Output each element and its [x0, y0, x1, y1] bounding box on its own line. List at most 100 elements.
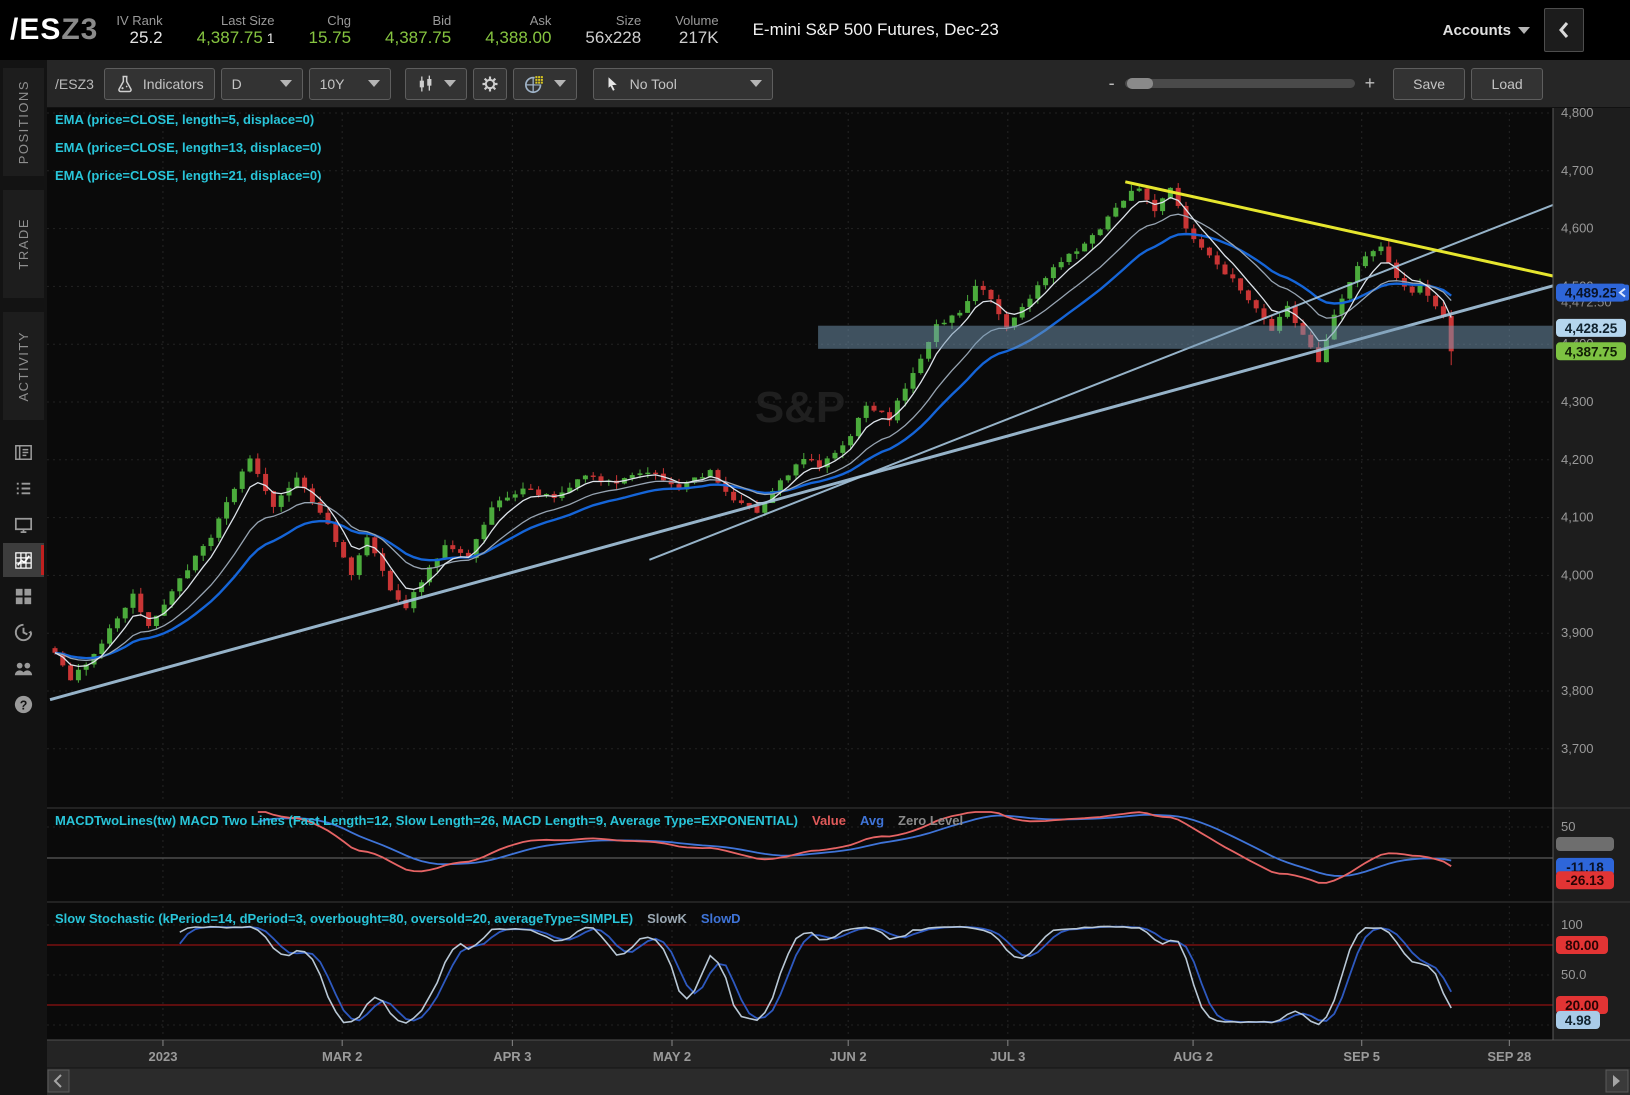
- accounts-menu[interactable]: Accounts: [1443, 22, 1530, 39]
- sidebar-tab-activity[interactable]: ACTIVITY: [3, 312, 44, 420]
- symbol-title: /ESZ3: [0, 13, 116, 47]
- chart-layout-dropdown[interactable]: [512, 67, 577, 100]
- chevron-left-icon: [1559, 22, 1569, 38]
- order-marker[interactable]: [1616, 284, 1629, 301]
- timeframe-dropdown[interactable]: D: [220, 67, 303, 100]
- chart-panel: /ESZ3 Indicators D 10Y No Tool - + Save …: [47, 60, 1630, 1095]
- range-dropdown[interactable]: 10Y: [308, 67, 391, 100]
- svg-text:4,489.25: 4,489.25: [1565, 286, 1618, 301]
- quote-field-iv-rank: IV Rank 25.2: [116, 12, 163, 47]
- collapse-panel-button[interactable]: [1544, 8, 1584, 52]
- quote-field-size: Size 56x228: [585, 12, 642, 47]
- flexible-grid-icon: [524, 74, 544, 93]
- ema-study-label[interactable]: EMA (price=CLOSE, length=13, displace=0): [55, 140, 321, 155]
- svg-text:?: ?: [20, 698, 28, 712]
- chart-type-dropdown[interactable]: [404, 67, 467, 100]
- chart-watermark: S&P: [755, 383, 845, 432]
- tool-value: No Tool: [629, 75, 677, 92]
- macd-study-label[interactable]: MACDTwoLines(tw) MACD Two Lines (Fast Le…: [55, 813, 963, 828]
- date-axis-label: MAR 2: [322, 1049, 362, 1064]
- symbol-suffix: Z3: [61, 13, 99, 46]
- load-button[interactable]: Load: [1471, 67, 1544, 100]
- range-value: 10Y: [319, 75, 345, 92]
- price-axis-label: 4,100: [1561, 510, 1594, 525]
- sidebar-grid-icon[interactable]: [3, 579, 44, 613]
- cursor-icon: [608, 76, 617, 91]
- chart-area[interactable]: S&P EMA (price=CLOSE, length=5, displace=…: [47, 108, 1630, 1095]
- chevron-down-icon: [443, 80, 456, 87]
- chart-icon: [15, 551, 32, 569]
- zoom-control: - +: [1109, 73, 1376, 94]
- zoom-out-button[interactable]: -: [1109, 73, 1115, 94]
- svg-text:4,387.75: 4,387.75: [1565, 344, 1618, 359]
- help-icon: ?: [14, 695, 33, 713]
- chart-settings-button[interactable]: [472, 67, 507, 100]
- quote-field-bid: Bid 4,387.75: [385, 12, 452, 47]
- quote-field-last-size: Last Size 4,387.75 1: [196, 12, 275, 47]
- date-axis-label: 2023: [149, 1049, 178, 1064]
- people-icon: [14, 662, 33, 675]
- sidebar-people-icon[interactable]: [3, 651, 44, 685]
- svg-text:4.98: 4.98: [1565, 1013, 1592, 1028]
- chevron-down-icon: [749, 80, 762, 87]
- date-axis-label: AUG 2: [1173, 1049, 1213, 1064]
- history-icon: [14, 623, 33, 641]
- date-axis-label: APR 3: [493, 1049, 531, 1064]
- sidebar-history-icon[interactable]: [3, 615, 44, 649]
- date-axis-label: JUL 3: [990, 1049, 1025, 1064]
- zoom-in-button[interactable]: +: [1365, 73, 1376, 94]
- price-axis-label: 3,900: [1561, 625, 1594, 640]
- timeframe-value: D: [231, 75, 242, 92]
- sidebar-chart-icon[interactable]: [3, 543, 44, 577]
- sidebar-help-icon[interactable]: ?: [3, 687, 44, 721]
- ledger-icon: [15, 444, 32, 460]
- indicators-button[interactable]: Indicators: [103, 67, 215, 100]
- sidebar-ledger-icon[interactable]: [3, 435, 44, 469]
- quote-fields: IV Rank 25.2 Last Size 4,387.75 1 Chg 15.75 Bi…: [116, 13, 752, 48]
- chevron-down-icon: [553, 80, 566, 87]
- quote-field-ask: Ask 4,388.00: [485, 12, 552, 47]
- tv-icon: [14, 517, 33, 533]
- date-axis-label: SEP 5: [1343, 1049, 1380, 1064]
- macd-axis-label: 50: [1561, 819, 1575, 834]
- support-band: [818, 325, 1553, 349]
- zoom-slider[interactable]: [1124, 78, 1355, 89]
- quote-field-chg: Chg 15.75: [308, 12, 352, 47]
- macd-zero-bubble: [1556, 837, 1614, 851]
- sidebar-tab-positions[interactable]: POSITIONS: [3, 68, 44, 176]
- sidebar-tv-icon[interactable]: [3, 507, 44, 541]
- price-chart[interactable]: S&P EMA (price=CLOSE, length=5, displace=…: [47, 108, 1630, 1095]
- zoom-slider-handle[interactable]: [1126, 78, 1153, 89]
- price-axis-label: 4,600: [1561, 221, 1594, 236]
- quote-field-volume: Volume 217K: [675, 12, 719, 47]
- accounts-label: Accounts: [1442, 21, 1511, 39]
- candlestick-icon: [419, 75, 432, 91]
- date-axis-label: JUN 2: [830, 1049, 867, 1064]
- chevron-down-icon: [1518, 26, 1530, 34]
- date-axis-label: MAY 2: [653, 1049, 691, 1064]
- scroll-left-button[interactable]: [47, 1069, 70, 1093]
- sidebar-tab-trade[interactable]: TRADE: [3, 190, 44, 298]
- indicators-label: Indicators: [142, 75, 204, 92]
- price-axis-label: 3,700: [1561, 741, 1594, 756]
- sidebar-tab-label: ACTIVITY: [16, 330, 31, 402]
- svg-text:20.00: 20.00: [1565, 998, 1599, 1013]
- sidebar-list-icon[interactable]: [3, 471, 44, 505]
- svg-text:4,428.25: 4,428.25: [1565, 321, 1618, 336]
- chart-toolbar: /ESZ3 Indicators D 10Y No Tool - + Save …: [47, 60, 1630, 108]
- save-button[interactable]: Save: [1393, 67, 1466, 100]
- drawing-tool-dropdown[interactable]: No Tool: [592, 67, 773, 100]
- svg-text:80.00: 80.00: [1565, 938, 1599, 953]
- price-axis-label: 4,300: [1561, 394, 1594, 409]
- svg-text:-26.13: -26.13: [1566, 873, 1605, 888]
- price-axis-label: 4,000: [1561, 567, 1594, 582]
- sidebar-tab-label: POSITIONS: [16, 79, 31, 165]
- chevron-down-icon: [279, 80, 292, 87]
- price-axis-label: 3,800: [1561, 683, 1594, 698]
- left-sidebar: POSITIONS TRADE ACTIVITY?: [0, 60, 47, 1095]
- chevron-down-icon: [367, 80, 380, 87]
- ema-study-label[interactable]: EMA (price=CLOSE, length=5, displace=0): [55, 112, 314, 127]
- price-axis-label: 4,700: [1561, 163, 1594, 178]
- stoch-axis-label: 100: [1561, 917, 1583, 932]
- ema-study-label[interactable]: EMA (price=CLOSE, length=21, displace=0): [55, 168, 321, 183]
